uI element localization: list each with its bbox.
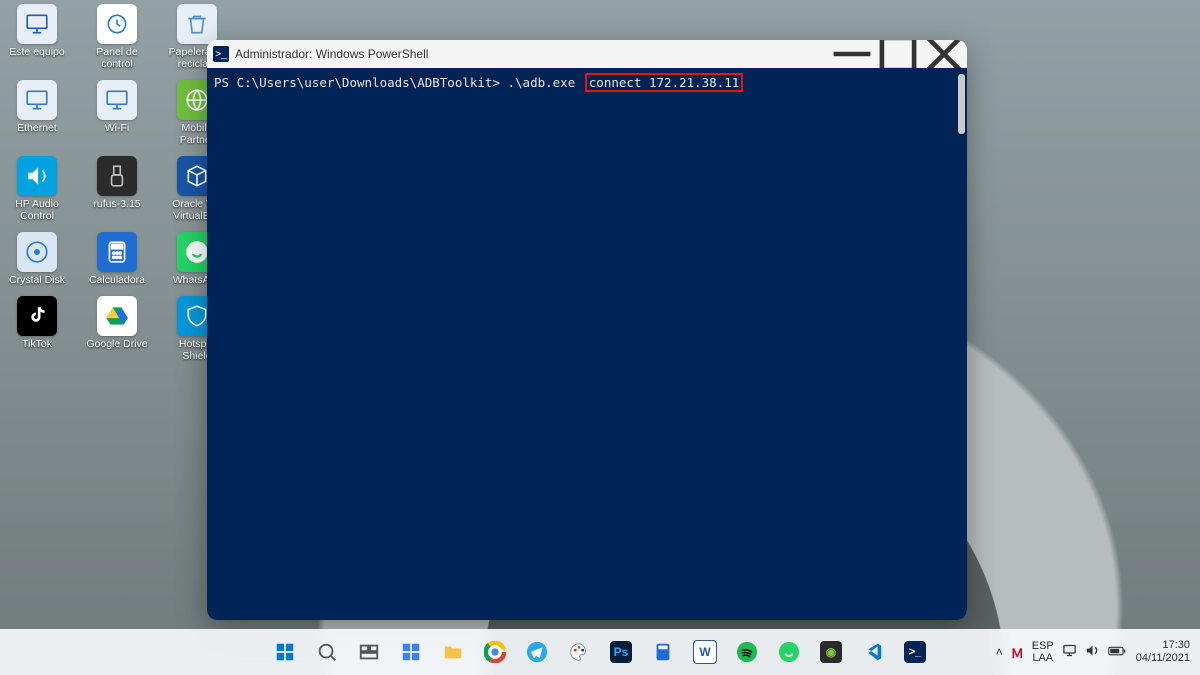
- powershell-window: >_ Administrador: Windows PowerShell PS …: [207, 40, 967, 620]
- taskbar-search-button[interactable]: [309, 634, 345, 670]
- desktop-icon-panel-control[interactable]: Panel de control: [88, 4, 146, 70]
- panel-control-icon: [97, 4, 137, 44]
- highlighted-command: connect 172.21.38.11: [585, 73, 744, 92]
- system-tray: ˄ Ｍ ESP LAA: [996, 640, 1126, 664]
- tiktok-icon: [17, 296, 57, 336]
- crystal-disk-icon: [17, 232, 57, 272]
- taskbar-chrome-button[interactable]: [477, 634, 513, 670]
- desktop-icons-area: Este equipoPanel de controlPapelera de r…: [8, 4, 226, 362]
- wifi-icon: [97, 80, 137, 120]
- desktop-icon-label: Este equipo: [9, 46, 64, 58]
- terminal-body[interactable]: PS C:\Users\user\Downloads\ADBToolkit> .…: [207, 68, 967, 620]
- desktop-icon-label: Crystal Disk: [9, 274, 65, 286]
- taskbar-taskview-button[interactable]: [351, 634, 387, 670]
- desktop-icon-google-drive[interactable]: Google Drive: [88, 296, 146, 362]
- desktop-icon-calculadora[interactable]: Calculadora: [88, 232, 146, 286]
- window-controls: [829, 40, 967, 68]
- desktop-icon-wifi[interactable]: Wi-Fi: [88, 80, 146, 146]
- taskbar-word-button[interactable]: W: [687, 634, 723, 670]
- desktop-icon-label: HP Audio Control: [8, 198, 66, 222]
- minimize-button[interactable]: [829, 40, 875, 68]
- desktop-icon-rufus[interactable]: rufus-3.15: [88, 156, 146, 222]
- tray-chevron-icon[interactable]: ˄: [996, 645, 1003, 659]
- hp-audio-icon: [17, 156, 57, 196]
- taskbar-clock[interactable]: 17:30 04/11/2021: [1136, 639, 1190, 665]
- taskbar-vscode-button[interactable]: [855, 634, 891, 670]
- este-equipo-icon: [17, 4, 57, 44]
- taskbar-spotify-button[interactable]: [729, 634, 765, 670]
- volume-icon[interactable]: [1085, 643, 1100, 661]
- calculadora-icon: [97, 232, 137, 272]
- powershell-icon: >_: [213, 46, 229, 62]
- taskbar-right: ˄ Ｍ ESP LAA 17:30 04/11/2021: [996, 639, 1190, 665]
- window-title: Administrador: Windows PowerShell: [235, 47, 428, 61]
- google-drive-icon: [97, 296, 137, 336]
- scrollbar-thumb[interactable]: [958, 74, 965, 134]
- desktop-icon-label: Google Drive: [86, 338, 147, 350]
- taskbar-telegram-button[interactable]: [519, 634, 555, 670]
- mcafee-tray-icon[interactable]: Ｍ: [1011, 643, 1024, 662]
- terminal-prompt: PS C:\Users\user\Downloads\ADBToolkit> .…: [214, 75, 575, 90]
- taskbar-calculator-button[interactable]: [645, 634, 681, 670]
- taskbar-widgets-button[interactable]: [393, 634, 429, 670]
- window-titlebar[interactable]: >_ Administrador: Windows PowerShell: [207, 40, 967, 68]
- close-button[interactable]: [921, 40, 967, 68]
- taskbar-explorer-button[interactable]: [435, 634, 471, 670]
- network-icon[interactable]: [1062, 643, 1077, 661]
- language-indicator[interactable]: ESP LAA: [1032, 640, 1054, 664]
- battery-icon[interactable]: [1108, 645, 1126, 660]
- ethernet-icon: [17, 80, 57, 120]
- rufus-icon: [97, 156, 137, 196]
- desktop-icon-label: rufus-3.15: [93, 198, 140, 210]
- taskbar: Ps W ◉ >_ ˄ Ｍ ESP LAA 17:30 04/11/2021: [0, 629, 1200, 675]
- taskbar-center: Ps W ◉ >_: [267, 634, 933, 670]
- taskbar-photoshop-button[interactable]: Ps: [603, 634, 639, 670]
- desktop-icon-label: TikTok: [22, 338, 52, 350]
- desktop-icon-crystal-disk[interactable]: Crystal Disk: [8, 232, 66, 286]
- desktop-icon-label: Panel de control: [88, 46, 146, 70]
- desktop-icon-label: Ethernet: [17, 122, 57, 134]
- desktop-icon-ethernet[interactable]: Ethernet: [8, 80, 66, 146]
- desktop-icon-label: Calculadora: [89, 274, 145, 286]
- recycle-bin-icon: [177, 4, 217, 44]
- desktop-icon-este-equipo[interactable]: Este equipo: [8, 4, 66, 70]
- maximize-button[interactable]: [875, 40, 921, 68]
- taskbar-powershell-button[interactable]: >_: [897, 634, 933, 670]
- desktop-icon-tiktok[interactable]: TikTok: [8, 296, 66, 362]
- taskbar-davinci-button[interactable]: ◉: [813, 634, 849, 670]
- taskbar-paint-button[interactable]: [561, 634, 597, 670]
- taskbar-start-button[interactable]: [267, 634, 303, 670]
- desktop-icon-hp-audio[interactable]: HP Audio Control: [8, 156, 66, 222]
- desktop-icon-label: Wi-Fi: [105, 122, 130, 134]
- taskbar-whatsapp-button[interactable]: [771, 634, 807, 670]
